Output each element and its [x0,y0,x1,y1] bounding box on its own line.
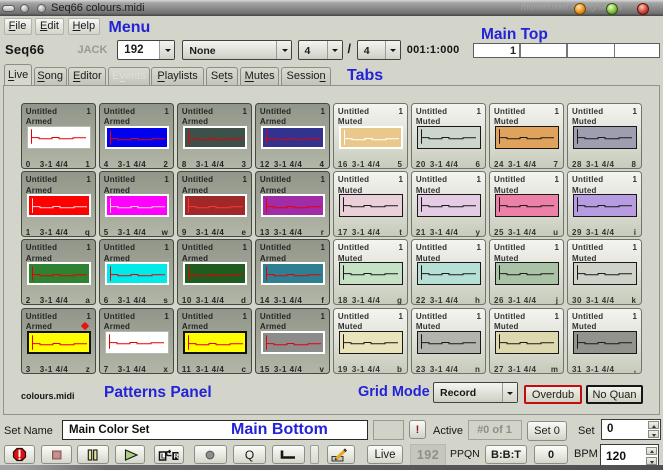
svg-text:L: L [161,453,166,460]
svg-text:R: R [173,453,178,460]
